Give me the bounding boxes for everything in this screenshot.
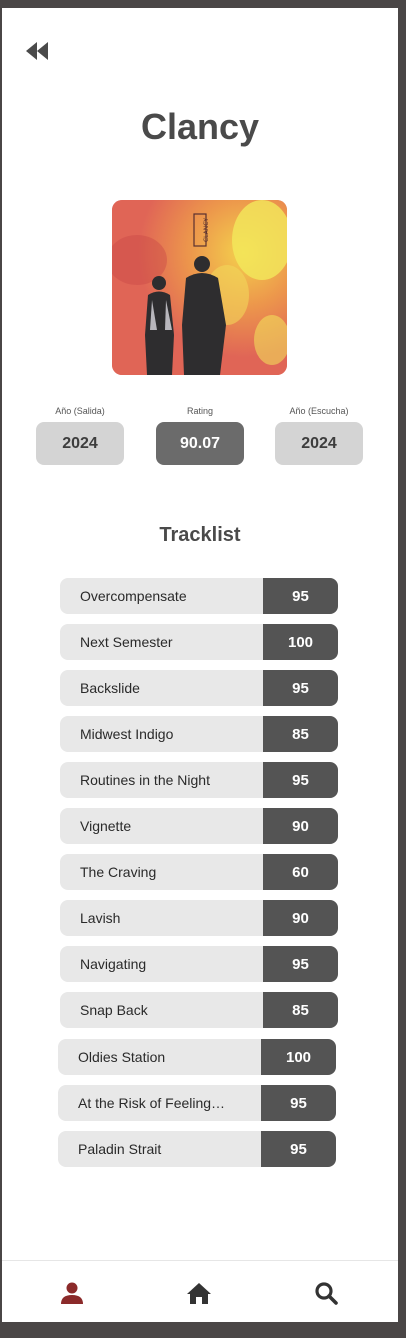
- nav-profile[interactable]: [58, 1279, 86, 1307]
- track-score: 90: [263, 900, 338, 936]
- nav-home[interactable]: [185, 1279, 213, 1307]
- track-score: 90: [263, 808, 338, 844]
- track-name: Routines in the Night: [60, 762, 263, 798]
- track-row[interactable]: Next Semester 100: [60, 624, 338, 660]
- track-row[interactable]: Overcompensate 95: [60, 578, 338, 614]
- track-score: 95: [261, 1085, 336, 1121]
- track-name: Vignette: [60, 808, 263, 844]
- rating-label: Rating: [186, 406, 213, 416]
- track-score: 85: [263, 992, 338, 1028]
- track-row[interactable]: At the Risk of Feeling… 95: [58, 1085, 336, 1121]
- track-score: 95: [263, 670, 338, 706]
- album-cover: CLANCY: [112, 200, 287, 375]
- track-name: At the Risk of Feeling…: [58, 1085, 261, 1121]
- album-title: Clancy: [140, 106, 260, 147]
- search-icon: [315, 1282, 338, 1305]
- track-row[interactable]: Vignette 90: [60, 808, 338, 844]
- nav-search[interactable]: [312, 1279, 340, 1307]
- track-score: 100: [261, 1039, 336, 1075]
- track-row[interactable]: The Craving 60: [60, 854, 338, 890]
- track-score: 95: [263, 946, 338, 982]
- track-score: 100: [263, 624, 338, 660]
- back-button[interactable]: [22, 38, 52, 64]
- bottom-nav: [2, 1260, 398, 1322]
- track-score: 60: [263, 854, 338, 890]
- track-name: Navigating: [60, 946, 263, 982]
- track-score: 95: [263, 762, 338, 798]
- track-row[interactable]: Backslide 95: [60, 670, 338, 706]
- track-name: Midwest Indigo: [60, 716, 263, 752]
- track-name: Lavish: [60, 900, 263, 936]
- track-name: Paladin Strait: [58, 1131, 261, 1167]
- cover-logo-text: CLANCY: [203, 218, 210, 242]
- listen-year-label: Año (Escucha): [289, 406, 349, 416]
- track-name: Oldies Station: [58, 1039, 261, 1075]
- release-year-value: 2024: [36, 422, 124, 465]
- track-name: Next Semester: [60, 624, 263, 660]
- track-row[interactable]: Navigating 95: [60, 946, 338, 982]
- rating-value: 90.07: [156, 422, 244, 465]
- track-row[interactable]: Snap Back 85: [60, 992, 338, 1028]
- track-score: 85: [263, 716, 338, 752]
- track-name: Snap Back: [60, 992, 263, 1028]
- user-icon: [61, 1282, 83, 1304]
- listen-year-value: 2024: [275, 422, 363, 465]
- track-score: 95: [263, 578, 338, 614]
- track-score: 95: [261, 1131, 336, 1167]
- home-icon: [187, 1282, 211, 1304]
- track-name: Backslide: [60, 670, 263, 706]
- track-row[interactable]: Routines in the Night 95: [60, 762, 338, 798]
- track-name: Overcompensate: [60, 578, 263, 614]
- tracklist-heading: Tracklist: [159, 524, 241, 546]
- album-screen: Clancy CLANCY Año (Salida) Rating Año (E…: [2, 8, 398, 1322]
- track-row[interactable]: Oldies Station 100: [58, 1039, 336, 1075]
- rewind-icon: [26, 42, 48, 60]
- track-row[interactable]: Lavish 90: [60, 900, 338, 936]
- track-name: The Craving: [60, 854, 263, 890]
- track-row[interactable]: Paladin Strait 95: [58, 1131, 336, 1167]
- release-year-label: Año (Salida): [55, 406, 105, 416]
- track-row[interactable]: Midwest Indigo 85: [60, 716, 338, 752]
